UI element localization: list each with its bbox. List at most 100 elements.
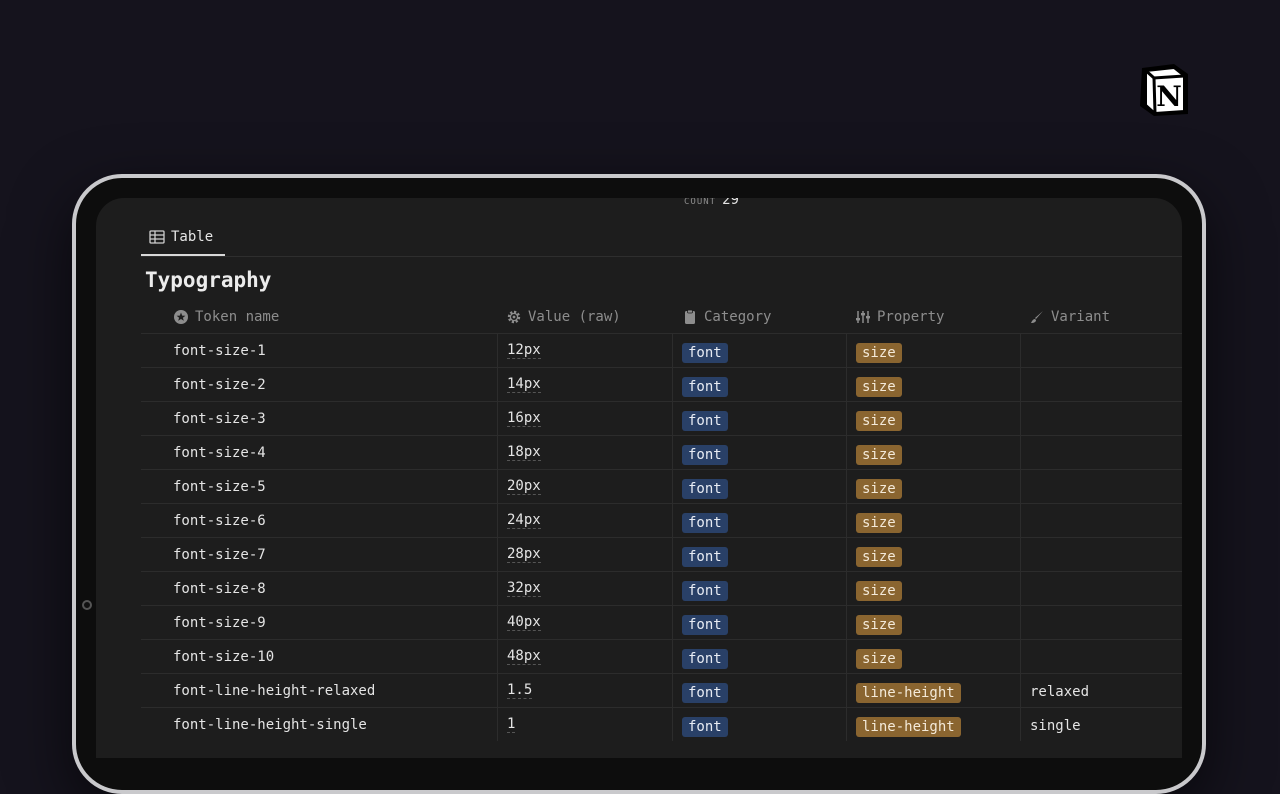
variant-cell[interactable]	[1020, 436, 1182, 469]
token-name-cell[interactable]: font-size-6	[141, 504, 497, 537]
category-cell[interactable]: font	[672, 606, 846, 639]
value-cell[interactable]: 14px	[497, 368, 672, 401]
category-cell[interactable]: font	[672, 470, 846, 503]
value-cell[interactable]: 28px	[497, 538, 672, 571]
variant-cell[interactable]	[1020, 504, 1182, 537]
property-cell[interactable]: size	[846, 334, 1020, 367]
property-cell[interactable]: size	[846, 402, 1020, 435]
category-cell[interactable]: font	[672, 504, 846, 537]
variant-cell[interactable]	[1020, 402, 1182, 435]
column-header-value[interactable]: Value (raw)	[497, 300, 672, 333]
property-tag: size	[856, 478, 902, 499]
category-cell[interactable]: font	[672, 368, 846, 401]
column-header-property[interactable]: Property	[846, 300, 1020, 333]
category-cell[interactable]: font	[672, 334, 846, 367]
token-name: font-size-4	[173, 444, 266, 461]
property-cell[interactable]: size	[846, 436, 1020, 469]
property-cell[interactable]: size	[846, 368, 1020, 401]
token-name-cell[interactable]: font-size-3	[141, 402, 497, 435]
category-cell[interactable]: font	[672, 572, 846, 605]
token-value: 32px	[507, 579, 541, 597]
value-cell[interactable]: 1	[497, 708, 672, 741]
token-value: 16px	[507, 409, 541, 427]
property-tag: size	[856, 546, 902, 567]
value-cell[interactable]: 12px	[497, 334, 672, 367]
property-cell[interactable]: line-height	[846, 674, 1020, 707]
property-tag: line-height	[856, 682, 961, 703]
property-tag: size	[856, 376, 902, 397]
variant-cell[interactable]	[1020, 572, 1182, 605]
table-row[interactable]: font-size-1 12px font size	[141, 333, 1182, 367]
value-cell[interactable]: 24px	[497, 504, 672, 537]
table-row[interactable]: font-size-9 40px font size	[141, 605, 1182, 639]
token-name-cell[interactable]: font-size-5	[141, 470, 497, 503]
token-name-cell[interactable]: font-size-1	[141, 334, 497, 367]
property-tag: size	[856, 410, 902, 431]
token-name: font-size-5	[173, 478, 266, 495]
table-row[interactable]: font-line-height-single 1 font line-height s…	[141, 707, 1182, 741]
token-name-cell[interactable]: font-size-7	[141, 538, 497, 571]
value-cell[interactable]: 18px	[497, 436, 672, 469]
property-cell[interactable]: size	[846, 504, 1020, 537]
category-cell[interactable]: font	[672, 708, 846, 741]
value-cell[interactable]: 1.5	[497, 674, 672, 707]
token-name: font-size-1	[173, 342, 266, 359]
variant-cell[interactable]: relaxed	[1020, 674, 1182, 707]
property-tag: size	[856, 614, 902, 635]
table-row[interactable]: font-size-2 14px font size	[141, 367, 1182, 401]
category-cell[interactable]: font	[672, 538, 846, 571]
category-cell[interactable]: font	[672, 674, 846, 707]
variant-cell[interactable]	[1020, 334, 1182, 367]
table-header: Token name Value (raw) Category Property…	[141, 300, 1182, 333]
variant-cell[interactable]	[1020, 538, 1182, 571]
table-row[interactable]: font-size-6 24px font size	[141, 503, 1182, 537]
table-row[interactable]: font-size-4 18px font size	[141, 435, 1182, 469]
value-cell[interactable]: 48px	[497, 640, 672, 673]
token-name-cell[interactable]: font-size-8	[141, 572, 497, 605]
category-tag: font	[682, 546, 728, 567]
table-row[interactable]: font-size-3 16px font size	[141, 401, 1182, 435]
category-tag: font	[682, 648, 728, 669]
tab-table[interactable]: Table	[141, 220, 225, 256]
value-cell[interactable]: 32px	[497, 572, 672, 605]
token-name: font-size-7	[173, 546, 266, 563]
property-cell[interactable]: size	[846, 538, 1020, 571]
table-row[interactable]: font-line-height-relaxed 1.5 font line-heig…	[141, 673, 1182, 707]
token-name-cell[interactable]: font-line-height-single	[141, 708, 497, 741]
column-header-label: Value (raw)	[528, 308, 621, 325]
token-name-cell[interactable]: font-size-9	[141, 606, 497, 639]
property-cell[interactable]: size	[846, 640, 1020, 673]
token-value: 24px	[507, 511, 541, 529]
category-cell[interactable]: font	[672, 436, 846, 469]
category-tag: font	[682, 478, 728, 499]
value-cell[interactable]: 16px	[497, 402, 672, 435]
token-value: 12px	[507, 341, 541, 359]
table-row[interactable]: font-size-10 48px font size	[141, 639, 1182, 673]
property-cell[interactable]: size	[846, 606, 1020, 639]
variant-cell[interactable]	[1020, 640, 1182, 673]
token-name-cell[interactable]: font-line-height-relaxed	[141, 674, 497, 707]
column-header-category[interactable]: Category	[672, 300, 846, 333]
variant-cell[interactable]	[1020, 470, 1182, 503]
property-cell[interactable]: line-height	[846, 708, 1020, 741]
token-value: 28px	[507, 545, 541, 563]
property-cell[interactable]: size	[846, 572, 1020, 605]
variant-cell[interactable]: single	[1020, 708, 1182, 741]
property-cell[interactable]: size	[846, 470, 1020, 503]
value-cell[interactable]: 20px	[497, 470, 672, 503]
variant-cell[interactable]	[1020, 368, 1182, 401]
table-row[interactable]: font-size-7 28px font size	[141, 537, 1182, 571]
clipboard-icon	[685, 309, 695, 324]
property-tag: size	[856, 512, 902, 533]
token-name-cell[interactable]: font-size-10	[141, 640, 497, 673]
token-name-cell[interactable]: font-size-2	[141, 368, 497, 401]
variant-cell[interactable]	[1020, 606, 1182, 639]
category-cell[interactable]: font	[672, 402, 846, 435]
table-row[interactable]: font-size-8 32px font size	[141, 571, 1182, 605]
table-row[interactable]: font-size-5 20px font size	[141, 469, 1182, 503]
column-header-variant[interactable]: Variant	[1020, 300, 1182, 333]
token-name-cell[interactable]: font-size-4	[141, 436, 497, 469]
column-header-token-name[interactable]: Token name	[141, 300, 497, 333]
value-cell[interactable]: 40px	[497, 606, 672, 639]
category-cell[interactable]: font	[672, 640, 846, 673]
